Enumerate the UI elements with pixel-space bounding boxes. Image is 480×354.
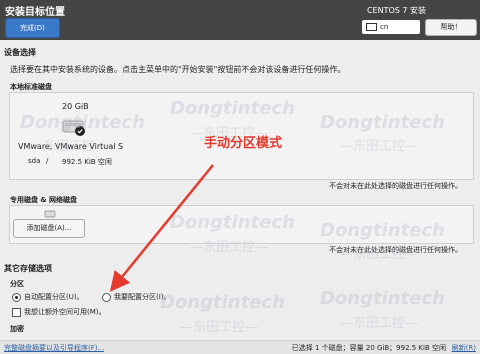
watermark-chinese: —东田工控— [180, 320, 259, 335]
annotation-label: 手动分区模式 [204, 136, 283, 151]
local-disks-heading: 本地标准磁盘 [10, 83, 52, 91]
disk-separator: / [46, 157, 49, 165]
watermark-chinese: —东田工控— [340, 247, 419, 262]
header-bar: 安装目标位置 完成(D) CENTOS 7 安装 cn 帮助！ [0, 0, 480, 40]
selection-status: 已选择 1 个磁盘；容量 20 GiB；992.5 KiB 空闲 [291, 344, 446, 352]
product-name: CENTOS 7 安装 [366, 6, 426, 15]
disk-size: 20 GiB [62, 102, 89, 111]
encryption-heading: 加密 [10, 325, 24, 333]
refresh-link[interactable]: 刷新(R) [452, 343, 476, 353]
disk-device: sda [28, 157, 41, 165]
special-disks-heading: 专用磁盘 & 网络磁盘 [10, 196, 77, 204]
watermark-brand: Dongtintech [320, 112, 445, 133]
watermark-brand: Dongtintech [20, 112, 145, 133]
device-selection-heading: 设备选择 [4, 48, 36, 57]
auto-partition-label[interactable]: 自动配置分区(U)。 [24, 292, 84, 302]
other-storage-heading: 其它存储选项 [4, 264, 52, 273]
watermark-brand: Dongtintech [320, 220, 445, 241]
network-disk-icon [44, 210, 56, 218]
extra-space-checkbox[interactable] [12, 308, 21, 317]
extra-space-label[interactable]: 我想让额外空间可用(M)。 [24, 307, 106, 317]
keyboard-layout-label: cn [380, 23, 389, 31]
disk-summary-link[interactable]: 完整磁盘摘要以及引导程序(F)... [4, 343, 104, 353]
page-title: 安装目标位置 [5, 7, 65, 18]
watermark-chinese: —东田工控— [190, 240, 269, 255]
watermark-chinese: —东田工控— [340, 316, 419, 331]
auto-partition-radio[interactable] [12, 293, 21, 302]
watermark-brand: Dongtintech [170, 212, 295, 233]
help-button[interactable]: 帮助！ [425, 19, 477, 36]
add-disk-button[interactable]: 添加磁盘(A)... [13, 219, 85, 238]
keyboard-icon [366, 23, 377, 31]
local-disks-note: 不会对未在此处选择的磁盘进行任何操作。 [329, 182, 462, 190]
disk-free-space: 992.5 KiB 空闲 [62, 158, 112, 166]
device-selection-description: 选择要在其中安装系统的设备。点击主菜单中的"开始安装"按钮前不会对该设备进行任何… [10, 65, 346, 74]
keyboard-layout-indicator[interactable]: cn [362, 20, 420, 34]
watermark-brand: Dongtintech [170, 98, 295, 119]
done-button[interactable]: 完成(D) [5, 18, 60, 38]
footer-bar: 完整磁盘摘要以及引导程序(F)... 已选择 1 个磁盘；容量 20 GiB；9… [0, 340, 480, 354]
manual-partition-radio[interactable] [102, 293, 111, 302]
partitioning-heading: 分区 [10, 280, 24, 288]
watermark-brand: Dongtintech [320, 288, 445, 309]
watermark-chinese: —东田工控— [340, 139, 419, 154]
watermark-brand: Dongtintech [160, 292, 285, 313]
watermark-chinese: —东田工控— [30, 139, 109, 154]
